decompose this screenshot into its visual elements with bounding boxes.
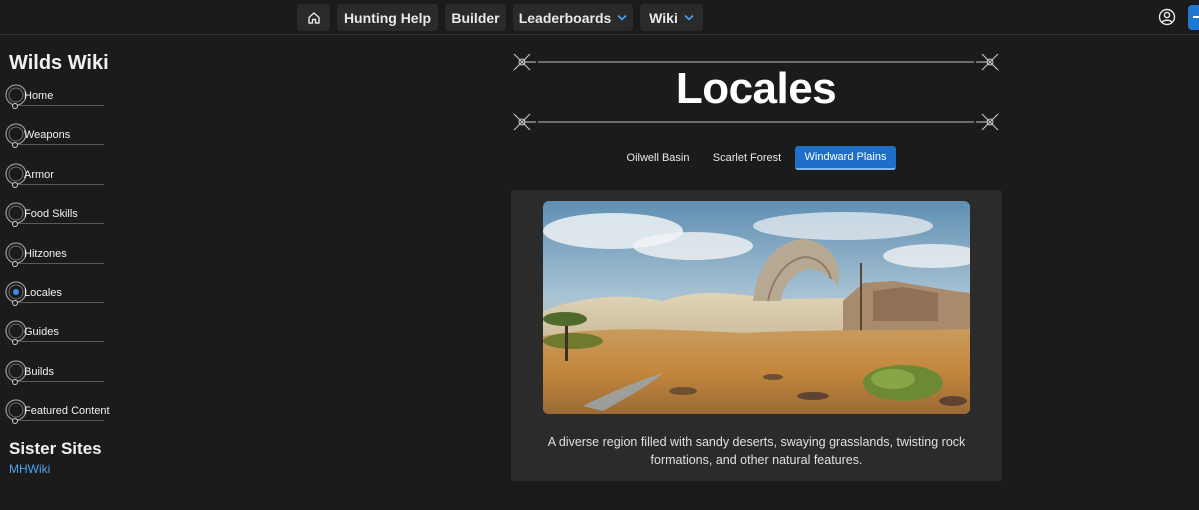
- sidebar-item-label: Hitzones: [24, 248, 67, 260]
- sister-sites-heading: Sister Sites: [9, 439, 102, 458]
- menu-button[interactable]: [1188, 5, 1199, 30]
- sidebar-item-label: Food Skills: [24, 208, 78, 220]
- sidebar-item-featured-content[interactable]: Featured Content: [4, 396, 114, 426]
- chevron-down-icon: [617, 14, 627, 21]
- chevron-down-icon: [684, 14, 694, 21]
- sidebar-item-builds[interactable]: Builds: [4, 357, 104, 387]
- nav-wiki[interactable]: Wiki: [640, 4, 703, 31]
- sidebar-title: Wilds Wiki: [9, 52, 109, 74]
- sidebar-item-hitzones[interactable]: Hitzones: [4, 239, 104, 269]
- sidebar-item-food-skills[interactable]: Food Skills: [4, 199, 104, 229]
- tab-oilwell-basin[interactable]: Oilwell Basin: [618, 146, 698, 170]
- user-circle-icon[interactable]: [1158, 8, 1176, 26]
- sidebar-item-label: Locales: [24, 287, 62, 299]
- top-nav: Hunting Help Builder Leaderboards Wiki: [0, 0, 1199, 35]
- locale-image: [543, 201, 970, 414]
- sidebar-item-home[interactable]: Home: [4, 81, 104, 111]
- sidebar-item-label: Weapons: [24, 129, 71, 141]
- title-ornament: [513, 113, 999, 131]
- sidebar-item-weapons[interactable]: Weapons: [4, 120, 104, 150]
- tab-scarlet-forest[interactable]: Scarlet Forest: [704, 146, 790, 170]
- sidebar-item-label: Armor: [24, 169, 54, 181]
- sidebar-item-locales[interactable]: Locales: [4, 278, 104, 308]
- nav-hunting-help[interactable]: Hunting Help: [337, 4, 438, 31]
- locale-description: A diverse region filled with sandy deser…: [547, 435, 966, 467]
- home-button[interactable]: [297, 4, 330, 31]
- locale-card: A diverse region filled with sandy deser…: [511, 190, 1002, 481]
- nav-leaderboards[interactable]: Leaderboards: [513, 4, 633, 31]
- sister-link-mhwiki[interactable]: MHWiki: [9, 462, 50, 476]
- home-icon: [307, 11, 320, 24]
- sidebar-item-label: Builds: [24, 366, 54, 378]
- sidebar-item-armor[interactable]: Armor: [4, 160, 104, 190]
- sidebar-item-label: Home: [24, 90, 54, 102]
- sidebar-item-label: Featured Content: [24, 405, 110, 417]
- page-title: Locales: [675, 64, 837, 113]
- sidebar-item-guides[interactable]: Guides: [4, 317, 104, 347]
- sidebar-item-label: Guides: [24, 326, 59, 338]
- nav-builder[interactable]: Builder: [445, 4, 506, 31]
- tab-windward-plains[interactable]: Windward Plains: [795, 146, 896, 170]
